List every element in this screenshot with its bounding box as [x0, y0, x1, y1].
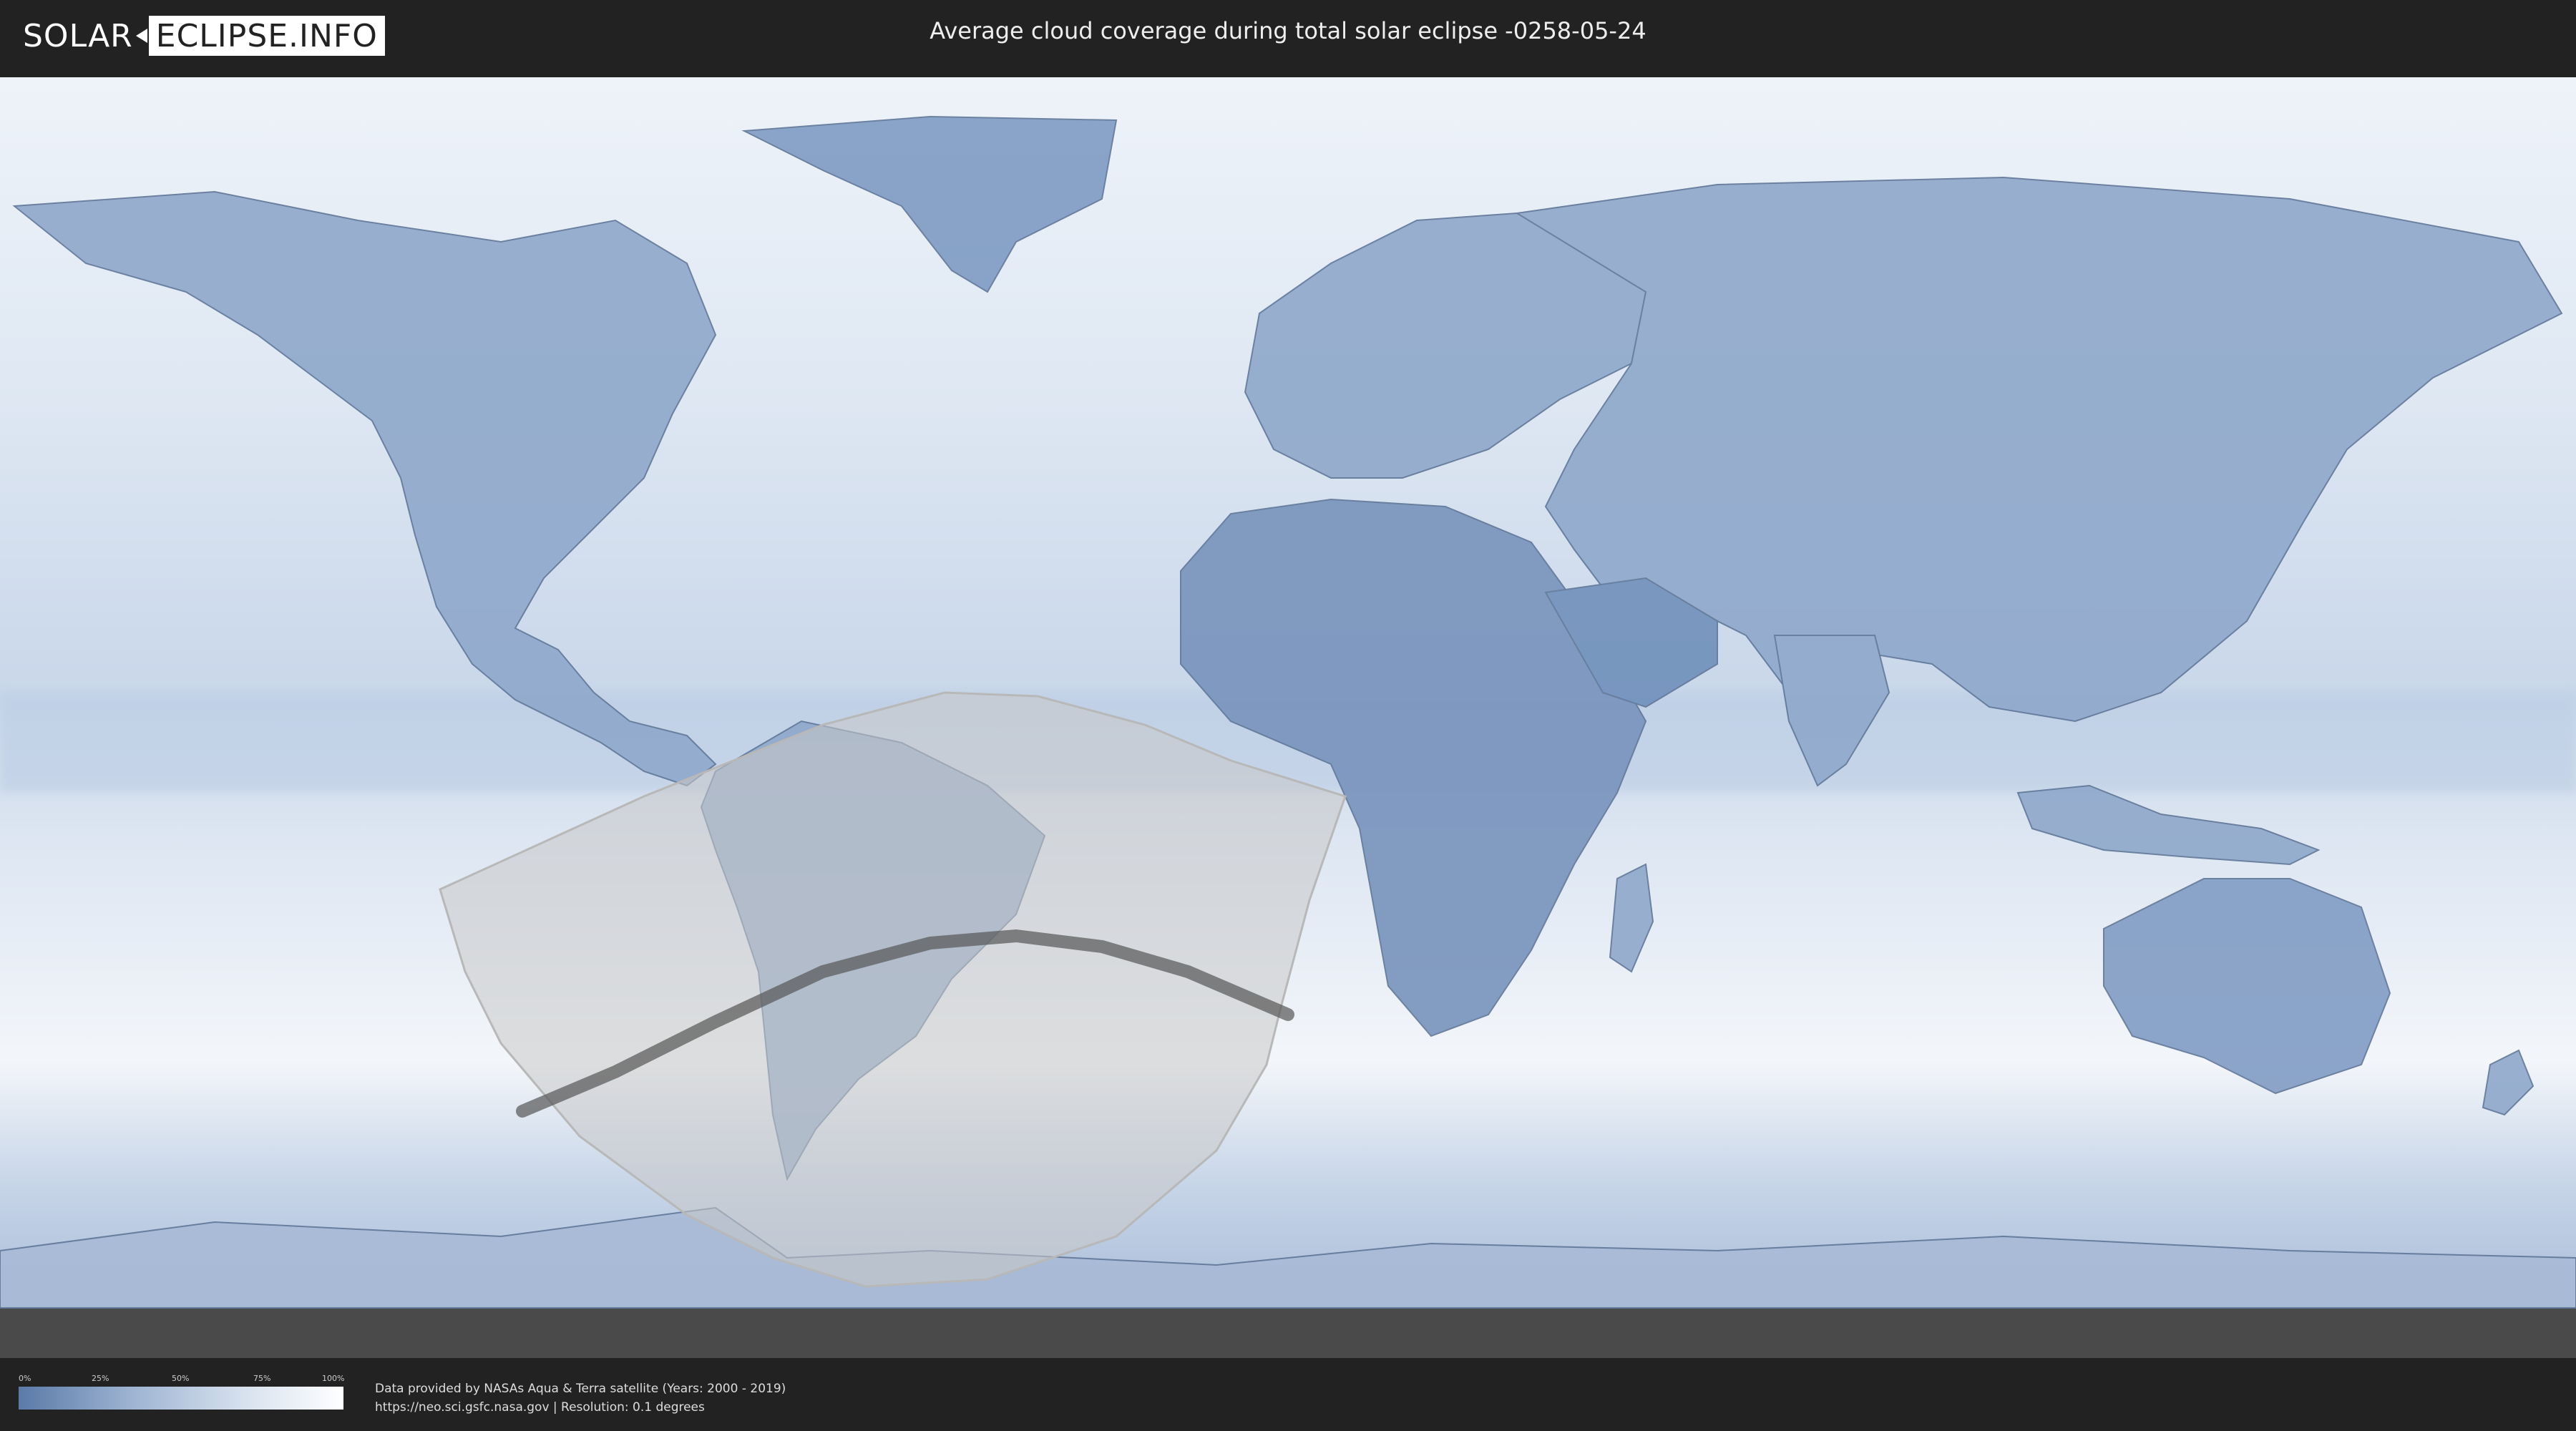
legend-color-bar: [19, 1387, 343, 1410]
map-bottom-strip: [0, 1308, 2576, 1358]
legend-tick-50: 50%: [172, 1374, 190, 1383]
legend-tick-100: 100%: [322, 1374, 345, 1383]
map-svg: [0, 77, 2576, 1358]
data-credits: Data provided by NASAs Aqua & Terra sate…: [375, 1379, 786, 1417]
cloud-coverage-map[interactable]: [0, 77, 2576, 1358]
legend-tick-labels: 0% 25% 50% 75% 100%: [19, 1374, 345, 1384]
legend-tick-25: 25%: [92, 1374, 109, 1383]
credits-line-source: Data provided by NASAs Aqua & Terra sate…: [375, 1382, 786, 1396]
credits-line-url[interactable]: https://neo.sci.gsfc.nasa.gov | Resoluti…: [375, 1398, 786, 1417]
cloud-coverage-legend: 0% 25% 50% 75% 100%: [19, 1374, 345, 1414]
page-title: Average cloud coverage during total sola…: [930, 17, 1646, 44]
legend-tick-0: 0%: [19, 1374, 31, 1383]
header-bar: SOLAR ECLIPSE.INFO Average cloud coverag…: [0, 0, 2576, 72]
legend-tick-75: 75%: [253, 1374, 271, 1383]
